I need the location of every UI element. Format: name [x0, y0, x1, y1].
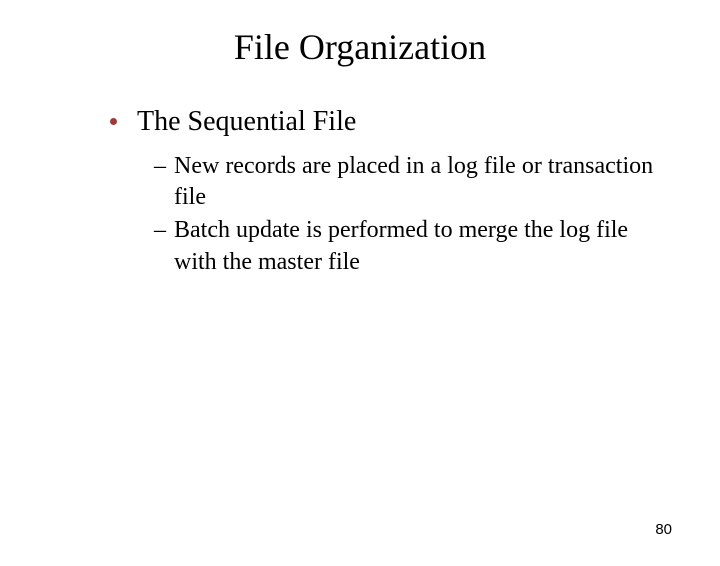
- sub-item: – New records are placed in a log file o…: [154, 151, 660, 213]
- sub-item: – Batch update is performed to merge the…: [154, 215, 660, 277]
- sub-text: Batch update is performed to merge the l…: [174, 215, 660, 277]
- slide: File Organization The Sequential File – …: [0, 26, 720, 566]
- page-number: 80: [655, 521, 672, 538]
- bullet-text: The Sequential File: [137, 104, 356, 139]
- bullet-icon: [110, 118, 117, 125]
- content-area: The Sequential File – New records are pl…: [110, 104, 660, 278]
- sub-list: – New records are placed in a log file o…: [154, 151, 660, 278]
- slide-title: File Organization: [0, 26, 720, 68]
- bullet-item: The Sequential File: [110, 104, 660, 139]
- dash-icon: –: [154, 215, 166, 246]
- dash-icon: –: [154, 151, 166, 182]
- sub-text: New records are placed in a log file or …: [174, 151, 660, 213]
